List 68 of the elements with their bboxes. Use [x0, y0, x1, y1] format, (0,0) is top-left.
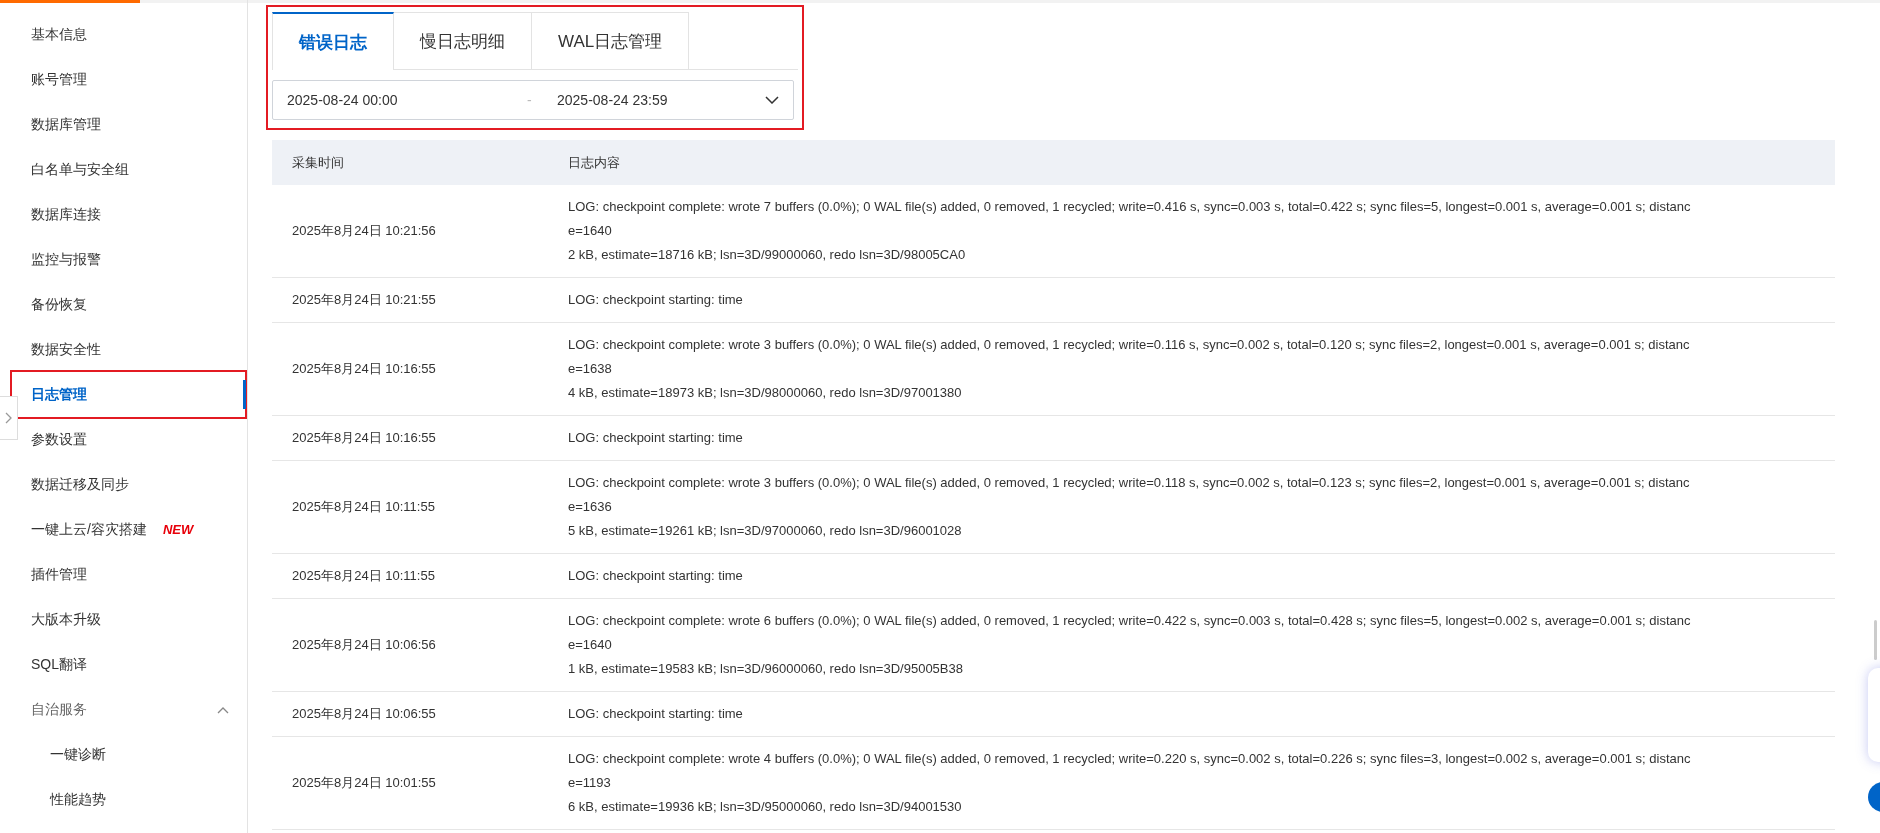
sidebar-item[interactable]: 一键诊断 [18, 732, 247, 777]
sidebar-item[interactable]: 大版本升级 [18, 597, 247, 642]
chevron-right-icon [5, 412, 12, 424]
sidebar-item[interactable]: 账号管理 [18, 57, 247, 102]
sidebar-item[interactable]: 数据迁移及同步 [18, 462, 247, 507]
table-cell: LOG: checkpoint starting: time [548, 553, 1835, 599]
table-cell: 2025年8月24日 10:06:56 [272, 598, 548, 692]
sidebar-item[interactable]: 日志管理 [18, 372, 245, 417]
sidebar-item[interactable]: 基本信息 [18, 12, 247, 57]
table-cell: 2025年8月24日 10:01:55 [272, 736, 548, 830]
tab[interactable]: 错误日志 [272, 12, 394, 70]
tab[interactable]: 慢日志明细 [394, 12, 532, 69]
sidebar-item-label: 参数设置 [31, 430, 87, 449]
table-cell: 2025年8月24日 10:21:55 [272, 277, 548, 323]
sidebar-item[interactable]: 白名单与安全组 [18, 147, 247, 192]
sidebar-item-label: SQL翻译 [31, 655, 87, 674]
table-cell: 2025年8月24日 10:11:55 [272, 460, 548, 554]
sidebar-item-label: 数据库连接 [31, 205, 101, 224]
sidebar-group[interactable]: 自治服务 [18, 687, 247, 732]
sidebar-item[interactable]: 性能趋势 [18, 777, 247, 822]
sidebar-item-label: 监控与报警 [31, 250, 101, 269]
sidebar-item[interactable]: SQL翻译 [18, 642, 247, 687]
sidebar-item[interactable]: 监控与报警 [18, 237, 247, 282]
chevron-up-icon [217, 705, 229, 714]
sidebar-item[interactable]: 数据库管理 [18, 102, 247, 147]
table-cell: 2025年8月24日 10:16:55 [272, 322, 548, 416]
sidebar-item-label: 数据迁移及同步 [31, 475, 129, 494]
sidebar-item-label: 数据库管理 [31, 115, 101, 134]
table-cell: LOG: checkpoint complete: wrote 6 buffers (0.0%); 0 WAL file(s) added, 0 removed, 1 recycled; write=0.422 s, sync=0.003 s, total=0.428 s; sync files=5, longest=0.002 s, average=0.001 s; distanc e=1640 1 kB, estimate=19583 kB; lsn=3D/96000060, redo lsn=3D/95005B38 [548, 598, 1835, 692]
collapse-handle[interactable] [0, 396, 18, 440]
sidebar-item-label: 性能趋势 [50, 790, 106, 809]
date-range-picker[interactable]: 2025-08-24 00:00 - 2025-08-24 23:59 [272, 80, 794, 120]
table-cell: 2025年8月24日 10:06:55 [272, 691, 548, 737]
range-separator: - [527, 92, 533, 108]
sidebar-item-label: 白名单与安全组 [31, 160, 129, 179]
sidebar-item[interactable]: 数据库连接 [18, 192, 247, 237]
table-cell: 2025年8月24日 10:16:55 [272, 415, 548, 461]
end-date: 2025-08-24 23:59 [557, 92, 669, 108]
sidebar-item-label: 日志管理 [31, 385, 87, 404]
sidebar-item-label: 备份恢复 [31, 295, 87, 314]
table-cell: LOG: checkpoint complete: wrote 3 buffers (0.0%); 0 WAL file(s) added, 0 removed, 1 recycled; write=0.118 s, sync=0.002 s, total=0.123 s; sync files=2, longest=0.001 s, average=0.001 s; distanc e=1636 5 kB, estimate=19261 kB; lsn=3D/97000060, redo lsn=3D/96001028 [548, 460, 1835, 554]
sidebar-item-label: 一键诊断 [50, 745, 106, 764]
scrollbar [1874, 620, 1877, 660]
sidebar-item-label: 大版本升级 [31, 610, 101, 629]
table-cell: LOG: checkpoint complete: wrote 7 buffers (0.0%); 0 WAL file(s) added, 0 removed, 1 recycled; write=0.416 s, sync=0.003 s, total=0.422 s; sync files=5, longest=0.001 s, average=0.001 s; distanc e=1640 2 kB, estimate=18716 kB; lsn=3D/99000060, redo lsn=3D/98005CA0 [548, 185, 1835, 278]
table-cell: LOG: checkpoint complete: wrote 3 buffers (0.0%); 0 WAL file(s) added, 0 removed, 1 recycled; write=0.116 s, sync=0.002 s, total=0.120 s; sync files=2, longest=0.001 s, average=0.001 s; distanc e=1638 4 kB, estimate=18973 kB; lsn=3D/98000060, redo lsn=3D/97001380 [548, 322, 1835, 416]
sidebar-item[interactable]: 插件管理 [18, 552, 247, 597]
new-label: NEW [162, 522, 194, 537]
table-cell: LOG: checkpoint starting: time [548, 691, 1835, 737]
table-cell: LOG: checkpoint starting: time [548, 277, 1835, 323]
tab[interactable]: WAL日志管理 [532, 12, 690, 69]
start-date: 2025-08-24 00:00 [287, 92, 399, 108]
table-cell: LOG: checkpoint complete: wrote 4 buffers (0.0%); 0 WAL file(s) added, 0 removed, 1 recycled; write=0.220 s, sync=0.002 s, total=0.226 s; sync files=3, longest=0.002 s, average=0.001 s; distanc e=1193 6 kB, estimate=19936 kB; lsn=3D/95000060, redo lsn=3D/94001530 [548, 736, 1835, 830]
sidebar-item[interactable]: 数据安全性 [18, 327, 247, 372]
chevron-down-icon [765, 96, 779, 104]
column-header: 日志内容 [548, 140, 1835, 185]
sidebar-item[interactable]: 一键上云/容灾搭建 NEW [18, 507, 247, 552]
table-cell: 2025年8月24日 10:21:56 [272, 185, 548, 278]
sidebar-item-label: 基本信息 [31, 25, 87, 44]
sidebar-item[interactable]: 备份恢复 [18, 282, 247, 327]
sidebar-item-label: 数据安全性 [31, 340, 101, 359]
sidebar-item-label: 一键上云/容灾搭建 [31, 520, 147, 539]
sidebar-item-label: 账号管理 [31, 70, 87, 89]
column-header: 采集时间 [272, 140, 548, 185]
table-cell: LOG: checkpoint starting: time [548, 415, 1835, 461]
sidebar-item[interactable]: 参数设置 [18, 417, 247, 462]
table-cell: 2025年8月24日 10:11:55 [272, 553, 548, 599]
sidebar-item-label: 插件管理 [31, 565, 87, 584]
